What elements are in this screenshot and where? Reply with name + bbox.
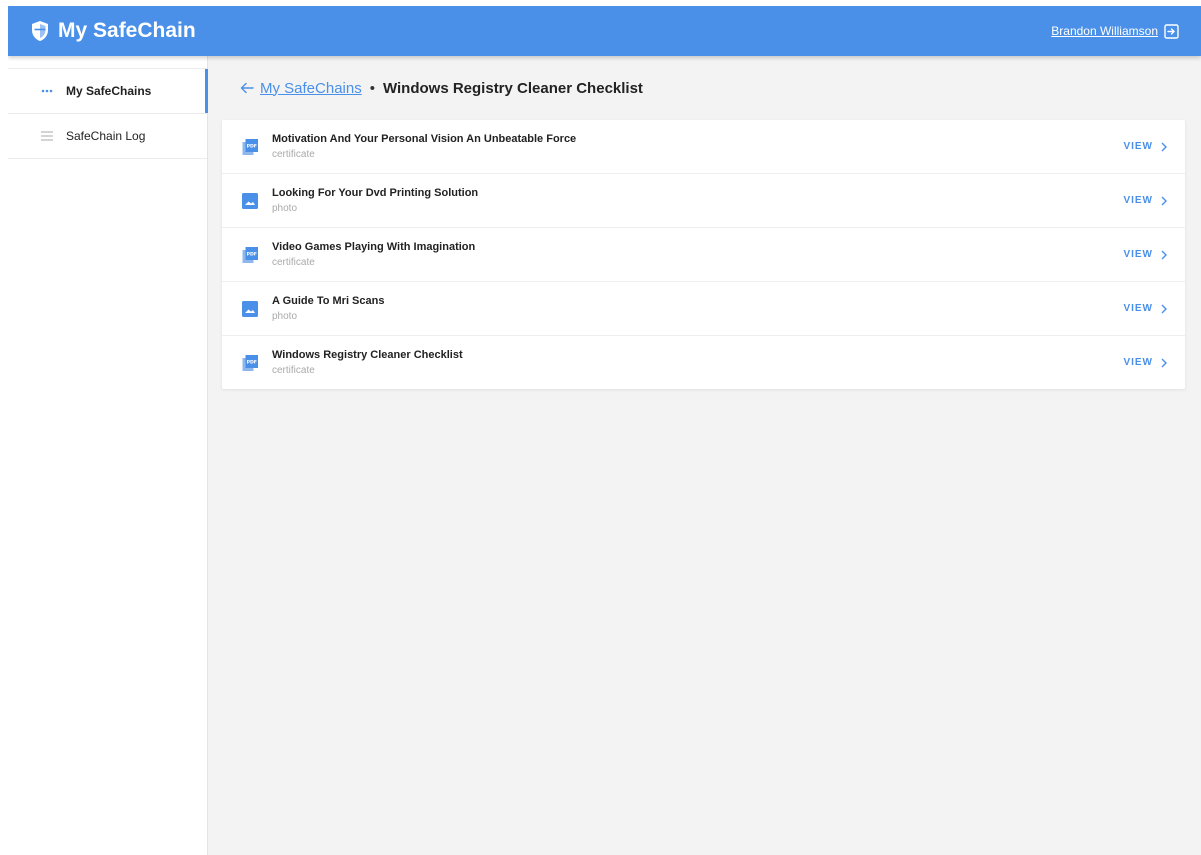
svg-text:PDF: PDF xyxy=(247,143,257,149)
view-button-label: VIEW xyxy=(1123,249,1153,260)
brand-name: My SafeChain xyxy=(58,19,196,42)
file-type: certificate xyxy=(272,257,315,268)
file-row[interactable]: PDF Windows Registry Cleaner Checklist c… xyxy=(222,336,1185,389)
app-frame: My SafeChain Brandon Williamson My SafeC… xyxy=(8,6,1201,855)
list-icon xyxy=(40,131,54,141)
chevron-right-icon xyxy=(1161,196,1167,205)
file-title: Looking For Your Dvd Printing Solution xyxy=(272,187,479,199)
file-row[interactable]: A Guide To Mri Scans photo VIEW xyxy=(222,282,1185,336)
sidebar-item-label: SafeChain Log xyxy=(66,129,146,143)
file-row[interactable]: Looking For Your Dvd Printing Solution p… xyxy=(222,174,1185,228)
main-content: My SafeChains • Windows Registry Cleaner… xyxy=(222,56,1185,855)
sidebar-item-safechain-log[interactable]: SafeChain Log xyxy=(8,114,207,159)
file-row[interactable]: PDF Video Games Playing With Imagination… xyxy=(222,228,1185,282)
svg-text:PDF: PDF xyxy=(247,251,257,257)
view-button-label: VIEW xyxy=(1123,195,1153,206)
logout-icon[interactable] xyxy=(1164,23,1179,39)
view-button[interactable]: VIEW xyxy=(1123,141,1167,152)
view-button[interactable]: VIEW xyxy=(1123,195,1167,206)
breadcrumb: My SafeChains • Windows Registry Cleaner… xyxy=(222,56,1185,120)
file-title: Video Games Playing With Imagination xyxy=(272,241,476,253)
arrow-left-icon xyxy=(240,82,254,94)
file-list: PDF Motivation And Your Personal Vision … xyxy=(222,120,1185,389)
view-button-label: VIEW xyxy=(1123,303,1153,314)
view-button[interactable]: VIEW xyxy=(1123,303,1167,314)
chevron-right-icon xyxy=(1161,250,1167,259)
image-icon xyxy=(242,192,258,209)
view-button-label: VIEW xyxy=(1123,357,1153,368)
sidebar-item-label: My SafeChains xyxy=(66,84,152,98)
chevron-right-icon xyxy=(1161,142,1167,151)
file-title: A Guide To Mri Scans xyxy=(272,295,385,307)
file-type: certificate xyxy=(272,149,315,160)
svg-text:PDF: PDF xyxy=(247,359,257,365)
ellipsis-icon xyxy=(40,89,54,93)
user-name[interactable]: Brandon Williamson xyxy=(1051,24,1158,38)
brand-logo[interactable]: My SafeChain xyxy=(30,6,196,56)
top-bar: My SafeChain Brandon Williamson xyxy=(8,6,1201,56)
page-title: Windows Registry Cleaner Checklist xyxy=(382,79,643,97)
image-icon xyxy=(242,300,258,317)
pdf-icon: PDF xyxy=(242,354,258,371)
back-link[interactable]: My SafeChains xyxy=(240,80,362,97)
sidebar-item-my-safechains[interactable]: My SafeChains xyxy=(8,68,208,114)
breadcrumb-separator: • xyxy=(369,79,375,97)
chevron-right-icon xyxy=(1161,358,1167,367)
user-menu[interactable]: Brandon Williamson xyxy=(1051,6,1179,56)
file-title: Motivation And Your Personal Vision An U… xyxy=(272,133,577,145)
view-button-label: VIEW xyxy=(1123,141,1153,152)
file-type: certificate xyxy=(272,365,315,376)
back-link-label[interactable]: My SafeChains xyxy=(260,80,362,97)
view-button[interactable]: VIEW xyxy=(1123,357,1167,368)
chevron-right-icon xyxy=(1161,304,1167,313)
file-title: Windows Registry Cleaner Checklist xyxy=(272,349,463,361)
view-button[interactable]: VIEW xyxy=(1123,249,1167,260)
sidebar: My SafeChains SafeChain Log xyxy=(8,56,208,855)
shield-icon xyxy=(32,21,48,41)
pdf-icon: PDF xyxy=(242,246,258,263)
file-type: photo xyxy=(272,203,298,214)
file-type: photo xyxy=(272,311,298,322)
pdf-icon: PDF xyxy=(242,138,258,155)
file-row[interactable]: PDF Motivation And Your Personal Vision … xyxy=(222,120,1185,174)
